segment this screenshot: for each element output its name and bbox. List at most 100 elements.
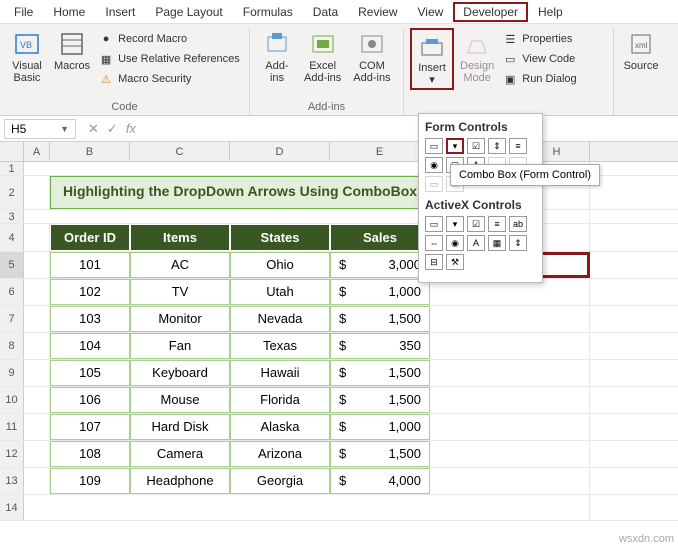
- cell-item[interactable]: Headphone: [130, 468, 230, 494]
- cell-currency[interactable]: $: [330, 360, 360, 386]
- cell-currency[interactable]: $: [330, 252, 360, 278]
- record-macro-button[interactable]: ●Record Macro: [96, 30, 242, 48]
- row-header[interactable]: 10: [0, 387, 24, 413]
- menu-page-layout[interactable]: Page Layout: [145, 2, 232, 22]
- cell-sales[interactable]: 1,500: [360, 306, 430, 332]
- macro-security-button[interactable]: ⚠Macro Security: [96, 70, 242, 88]
- row-header[interactable]: 11: [0, 414, 24, 440]
- form-checkbox-icon[interactable]: ☑: [467, 138, 485, 154]
- cell-state[interactable]: Nevada: [230, 306, 330, 332]
- menu-formulas[interactable]: Formulas: [233, 2, 303, 22]
- design-mode-button[interactable]: Design Mode: [454, 28, 500, 86]
- form-option-icon[interactable]: ◉: [425, 157, 443, 173]
- cell-state[interactable]: Alaska: [230, 414, 330, 440]
- row-header[interactable]: 13: [0, 468, 24, 494]
- activex-button-icon[interactable]: ▭: [425, 216, 443, 232]
- cell-currency[interactable]: $: [330, 468, 360, 494]
- cell-state[interactable]: Georgia: [230, 468, 330, 494]
- activex-spinner-icon[interactable]: ⇕: [509, 235, 527, 251]
- cell-state[interactable]: Arizona: [230, 441, 330, 467]
- menu-view[interactable]: View: [408, 2, 454, 22]
- select-all-corner[interactable]: [0, 142, 24, 161]
- col-header-c[interactable]: C: [130, 142, 230, 161]
- menu-file[interactable]: File: [4, 2, 43, 22]
- col-header-b[interactable]: B: [50, 142, 130, 161]
- form-listbox-icon[interactable]: ≡: [509, 138, 527, 154]
- cell-order-id[interactable]: 103: [50, 306, 130, 332]
- cell-item[interactable]: Mouse: [130, 387, 230, 413]
- col-header-d[interactable]: D: [230, 142, 330, 161]
- activex-listbox-icon[interactable]: ≡: [488, 216, 506, 232]
- worksheet-grid[interactable]: A B C D E G H 1 2 Highlighting the DropD…: [0, 142, 678, 521]
- view-code-button[interactable]: ▭View Code: [500, 50, 578, 68]
- menu-help[interactable]: Help: [528, 2, 573, 22]
- row-header[interactable]: 12: [0, 441, 24, 467]
- source-button[interactable]: xml Source: [620, 28, 662, 74]
- row-header[interactable]: 1: [0, 162, 24, 175]
- row-header[interactable]: 9: [0, 360, 24, 386]
- cell-order-id[interactable]: 107: [50, 414, 130, 440]
- menu-developer[interactable]: Developer: [453, 2, 528, 22]
- cell-currency[interactable]: $: [330, 441, 360, 467]
- activex-option-icon[interactable]: ◉: [446, 235, 464, 251]
- cancel-icon[interactable]: ✕: [88, 121, 99, 137]
- cell-item[interactable]: Monitor: [130, 306, 230, 332]
- row-header[interactable]: 7: [0, 306, 24, 332]
- col-header-a[interactable]: A: [24, 142, 50, 161]
- name-box[interactable]: H5▼: [4, 119, 76, 139]
- cell-state[interactable]: Florida: [230, 387, 330, 413]
- cell-state[interactable]: Texas: [230, 333, 330, 359]
- cell-currency[interactable]: $: [330, 333, 360, 359]
- cell-sales[interactable]: 1,000: [360, 414, 430, 440]
- cell-sales[interactable]: 350: [360, 333, 430, 359]
- activex-toggle-icon[interactable]: ⊟: [425, 254, 443, 270]
- cell-order-id[interactable]: 109: [50, 468, 130, 494]
- cell-item[interactable]: TV: [130, 279, 230, 305]
- cell-sales[interactable]: 1,500: [360, 360, 430, 386]
- macros-button[interactable]: Macros: [48, 28, 96, 74]
- cell-item[interactable]: Camera: [130, 441, 230, 467]
- cell-order-id[interactable]: 105: [50, 360, 130, 386]
- cell-currency[interactable]: $: [330, 414, 360, 440]
- activex-checkbox-icon[interactable]: ☑: [467, 216, 485, 232]
- activex-scrollbar-icon[interactable]: ⇔: [425, 235, 443, 251]
- cell-order-id[interactable]: 102: [50, 279, 130, 305]
- com-addins-button[interactable]: COM Add-ins: [347, 28, 396, 86]
- menu-insert[interactable]: Insert: [95, 2, 145, 22]
- row-header[interactable]: 4: [0, 224, 24, 251]
- cell-sales[interactable]: 1,500: [360, 441, 430, 467]
- row-header[interactable]: 2: [0, 176, 24, 209]
- cell-state[interactable]: Utah: [230, 279, 330, 305]
- use-relative-button[interactable]: ▦Use Relative References: [96, 50, 242, 68]
- form-combobox-icon[interactable]: ▾: [446, 138, 464, 154]
- menu-review[interactable]: Review: [348, 2, 407, 22]
- row-header[interactable]: 8: [0, 333, 24, 359]
- addins-button[interactable]: Add- ins: [256, 28, 298, 86]
- activex-label-icon[interactable]: A: [467, 235, 485, 251]
- activex-combobox-icon[interactable]: ▾: [446, 216, 464, 232]
- menu-home[interactable]: Home: [43, 2, 95, 22]
- cell-order-id[interactable]: 106: [50, 387, 130, 413]
- formula-input[interactable]: [144, 120, 678, 138]
- activex-image-icon[interactable]: ▦: [488, 235, 506, 251]
- insert-controls-button[interactable]: Insert▾: [410, 28, 454, 90]
- row-header[interactable]: 3: [0, 210, 24, 223]
- cell-order-id[interactable]: 101: [50, 252, 130, 278]
- excel-addins-button[interactable]: Excel Add-ins: [298, 28, 347, 86]
- cell-state[interactable]: Ohio: [230, 252, 330, 278]
- cell-state[interactable]: Hawaii: [230, 360, 330, 386]
- properties-button[interactable]: ☰Properties: [500, 30, 578, 48]
- row-header[interactable]: 5: [0, 252, 24, 278]
- row-header[interactable]: 6: [0, 279, 24, 305]
- run-dialog-button[interactable]: ▣Run Dialog: [500, 70, 578, 88]
- enter-icon[interactable]: ✓: [107, 121, 118, 137]
- col-header-e[interactable]: E: [330, 142, 430, 161]
- cell-currency[interactable]: $: [330, 387, 360, 413]
- fx-icon[interactable]: fx: [126, 121, 136, 137]
- cell-item[interactable]: Fan: [130, 333, 230, 359]
- row-header[interactable]: 14: [0, 495, 24, 520]
- cell-order-id[interactable]: 108: [50, 441, 130, 467]
- activex-more-icon[interactable]: ⚒: [446, 254, 464, 270]
- cell-currency[interactable]: $: [330, 306, 360, 332]
- visual-basic-button[interactable]: VB Visual Basic: [6, 28, 48, 86]
